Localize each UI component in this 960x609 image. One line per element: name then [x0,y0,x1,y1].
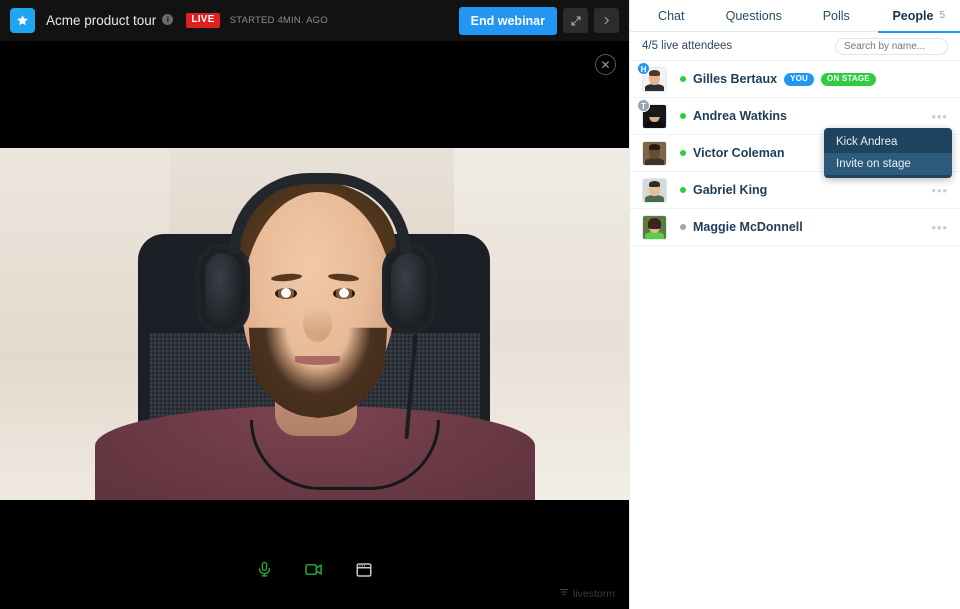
avatar [642,177,667,203]
avatar [642,214,667,240]
badge-on-stage: ON STAGE [821,72,876,86]
person-name: Gabriel King [693,183,768,197]
camera-icon[interactable] [299,556,329,583]
list-item[interactable]: H Gilles Bertaux YOU ON STAGE [630,61,960,98]
badge-you: YOU [784,72,815,86]
row-menu-icon[interactable]: ••• [931,221,948,234]
avatar: H [637,61,667,92]
video-controls [0,556,629,583]
tab-people-label: People [892,8,934,23]
tab-questions[interactable]: Questions [713,0,796,33]
panel-tabs: Chat Questions Polls People 5 [630,0,960,33]
end-webinar-button[interactable]: End webinar [458,6,557,35]
person-context-menu: Kick Andrea Invite on stage [824,128,952,178]
status-dot-offline [680,224,686,230]
row-menu-icon[interactable]: ••• [931,184,948,197]
live-attendees-count: 4/5 live attendees [642,40,733,52]
avatar [642,140,667,166]
tab-chat[interactable]: Chat [630,0,713,33]
person-name: Gilles Bertaux [693,72,778,86]
search-input[interactable] [835,37,948,55]
top-bar: Acme product tour i LIVE STARTED 4MIN. A… [0,0,629,41]
people-subheader: 4/5 live attendees [630,32,960,61]
status-dot-online [680,187,686,193]
tab-questions-label: Questions [725,8,782,23]
person-name: Victor Coleman [693,146,785,160]
star-icon [10,8,35,33]
chevron-right-icon[interactable] [594,8,619,33]
livestorm-label: livestorm [572,587,615,600]
context-menu-item-kick[interactable]: Kick Andrea [824,131,952,153]
close-icon[interactable]: ✕ [595,54,616,75]
livestorm-icon [559,587,569,600]
screen-share-icon[interactable] [351,557,377,583]
started-label: STARTED 4MIN. AGO [229,15,328,26]
status-dot-online [680,113,686,119]
info-icon[interactable]: i [162,14,174,25]
side-panel: Chat Questions Polls People 5 4/5 live a… [629,0,960,609]
speaker-video-feed [0,148,629,500]
expand-arrows-icon[interactable] [563,8,588,33]
tab-polls-label: Polls [822,8,850,23]
person-name: Maggie McDonnell [693,220,803,234]
tab-polls[interactable]: Polls [795,0,878,33]
avatar: T [637,98,667,129]
microphone-icon[interactable] [252,556,277,583]
stage-area: Acme product tour i LIVE STARTED 4MIN. A… [0,0,629,609]
role-badge-team: T [637,98,650,112]
webinar-title: Acme product tour [46,13,157,28]
status-dot-online [680,76,686,82]
tab-people-count: 5 [939,10,946,21]
video-container: ✕ livestorm [0,41,629,609]
livestorm-watermark: livestorm [559,587,615,600]
live-badge: LIVE [186,13,220,28]
status-dot-online [680,150,686,156]
list-item[interactable]: Maggie McDonnell ••• [630,209,960,246]
tab-people[interactable]: People 5 [877,0,960,33]
context-menu-item-invite-on-stage[interactable]: Invite on stage [824,153,952,175]
top-bar-actions: End webinar [458,6,619,35]
tab-chat-label: Chat [658,8,685,23]
person-name: Andrea Watkins [693,109,788,123]
role-badge-host: H [637,61,650,75]
row-menu-icon[interactable]: ••• [931,110,948,123]
